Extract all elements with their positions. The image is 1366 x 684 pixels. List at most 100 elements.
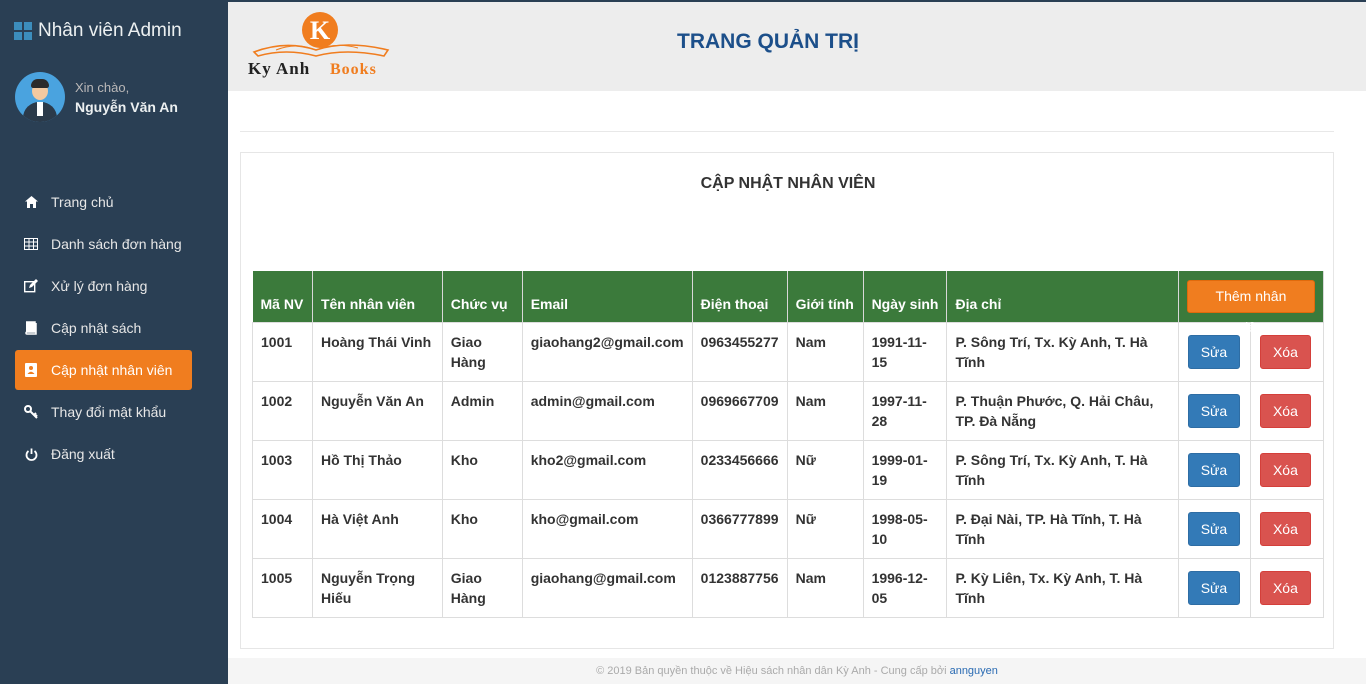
delete-cell: Xóa — [1249, 439, 1325, 500]
edit-button[interactable]: Sửa — [1187, 452, 1240, 487]
table-cell: 1002 — [252, 380, 313, 441]
table-row: 1002 Nguyễn Văn An Admin admin@gmail.com 096… — [252, 380, 1325, 441]
table-cell: Giao Hàng — [441, 557, 523, 618]
col-header: Email — [522, 271, 693, 322]
edit-cell: Sửa — [1177, 380, 1251, 441]
edit-button[interactable]: Sửa — [1187, 393, 1240, 428]
col-header: Chức vụ — [442, 271, 523, 322]
page-title: TRANG QUẢN TRỊ — [677, 30, 859, 53]
book-icon — [24, 321, 38, 335]
table-cell: Nguyễn Trọng Hiếu — [311, 557, 443, 618]
col-header: Tên nhân viên — [312, 271, 443, 322]
contact-book-icon — [24, 363, 38, 377]
sidebar-item-update-staff[interactable]: Cập nhật nhân viên — [15, 350, 192, 390]
edit-button[interactable]: Sửa — [1187, 570, 1240, 605]
table-cell: 0366777899 — [691, 498, 788, 559]
sidebar-item-label: Danh sách đơn hàng — [51, 236, 182, 252]
table-cell: 0969667709 — [691, 380, 788, 441]
sidebar: Nhân viên Admin Xin chào, Nguyễn Văn An … — [0, 0, 228, 684]
footer-text: © 2019 Bản quyền thuộc về Hiệu sách nhân… — [596, 665, 950, 677]
sidebar-item-logout[interactable]: Đăng xuất — [15, 434, 192, 474]
table-cell: Hoàng Thái Vinh — [311, 321, 443, 382]
col-header: Địa chỉ — [946, 271, 1179, 322]
table-cell: P. Đại Nài, TP. Hà Tĩnh, T. Hà Tĩnh — [946, 498, 1179, 559]
table-icon — [24, 237, 38, 251]
footer-link[interactable]: annguyen — [950, 665, 998, 677]
table-cell: admin@gmail.com — [521, 380, 693, 441]
table-cell: 0123887756 — [691, 557, 788, 618]
sidebar-item-label: Thay đổi mật khẩu — [51, 404, 167, 420]
table-cell: 1003 — [252, 439, 313, 500]
table-cell: 0233456666 — [691, 439, 788, 500]
col-header: Điện thoại — [692, 271, 788, 322]
sidebar-item-process-orders[interactable]: Xử lý đơn hàng — [15, 266, 192, 306]
sidebar-item-label: Đăng xuất — [51, 446, 115, 462]
edit-button[interactable]: Sửa — [1187, 334, 1240, 369]
delete-button[interactable]: Xóa — [1259, 452, 1311, 487]
table-cell: 1991-11-15 — [862, 321, 948, 382]
col-header-actions: Thêm nhân viên — [1178, 271, 1325, 335]
table-cell: Kho — [441, 439, 523, 500]
table-cell: 0963455277 — [691, 321, 788, 382]
table-cell: 1999-01-19 — [862, 439, 948, 500]
table-cell: kho2@gmail.com — [521, 439, 693, 500]
edit-button[interactable]: Sửa — [1187, 511, 1240, 546]
table-cell: giaohang@gmail.com — [521, 557, 693, 618]
footer: © 2019 Bản quyền thuộc về Hiệu sách nhân… — [228, 658, 1366, 684]
staff-panel: CẬP NHẬT NHÂN VIÊN Mã NV Tên nhân viên C… — [240, 152, 1334, 649]
panel-title: CẬP NHẬT NHÂN VIÊN — [700, 175, 876, 192]
username: Nguyễn Văn An — [75, 98, 178, 115]
table-cell: Hà Việt Anh — [311, 498, 443, 559]
logo-text-books: Books — [330, 61, 377, 78]
edit-icon — [24, 279, 38, 293]
divider — [240, 131, 1334, 132]
brand-title: Nhân viên Admin — [38, 20, 182, 41]
table-cell: kho@gmail.com — [521, 498, 693, 559]
table-cell: P. Kỳ Liên, Tx. Kỳ Anh, T. Hà Tĩnh — [946, 557, 1179, 618]
col-header: Ngày sinh — [863, 271, 948, 322]
delete-button[interactable]: Xóa — [1259, 511, 1311, 546]
grid-icon — [14, 22, 32, 40]
home-icon — [24, 195, 38, 209]
sidebar-menu: Trang chủ Danh sách đơn hàng Xử lý đơn h… — [15, 182, 192, 476]
col-header: Mã NV — [252, 271, 313, 322]
table-row: 1004 Hà Việt Anh Kho kho@gmail.com 036677789… — [252, 498, 1325, 559]
col-header: Giới tính — [787, 271, 864, 322]
sidebar-item-orders[interactable]: Danh sách đơn hàng — [15, 224, 192, 264]
power-icon — [24, 447, 38, 461]
sidebar-item-label: Trang chủ — [51, 194, 114, 210]
sidebar-item-change-password[interactable]: Thay đổi mật khẩu — [15, 392, 192, 432]
delete-button[interactable]: Xóa — [1259, 570, 1311, 605]
sidebar-item-label: Xử lý đơn hàng — [51, 278, 148, 294]
table-row: 1001 Hoàng Thái Vinh Giao Hàng giaohang2@gm… — [252, 321, 1325, 382]
table-cell: Kho — [441, 498, 523, 559]
delete-button[interactable]: Xóa — [1259, 393, 1311, 428]
table-cell: Nam — [786, 380, 864, 441]
table-cell: 1997-11-28 — [862, 380, 948, 441]
table-cell: 1996-12-05 — [862, 557, 948, 618]
table-cell: Admin — [441, 380, 523, 441]
edit-cell: Sửa — [1177, 439, 1251, 500]
table-cell: Nữ — [786, 439, 864, 500]
logo-text: Ky Anh — [248, 59, 310, 78]
brand[interactable]: Nhân viên Admin — [14, 20, 182, 42]
table-row: 1005 Nguyễn Trọng Hiếu Giao Hàng giaohang@g… — [252, 557, 1325, 618]
delete-cell: Xóa — [1249, 557, 1325, 618]
table-cell: 1998-05-10 — [862, 498, 948, 559]
table-cell: giaohang2@gmail.com — [521, 321, 693, 382]
avatar — [15, 72, 65, 122]
table-cell: Hồ Thị Thảo — [311, 439, 443, 500]
delete-button[interactable]: Xóa — [1259, 334, 1311, 369]
add-staff-button[interactable]: Thêm nhân viên — [1186, 279, 1315, 335]
sidebar-item-home[interactable]: Trang chủ — [15, 182, 192, 222]
greeting: Xin chào, — [75, 79, 130, 95]
sidebar-item-update-books[interactable]: Cập nhật sách — [15, 308, 192, 348]
key-icon — [24, 405, 38, 419]
table-cell: Nguyễn Văn An — [311, 380, 443, 441]
sidebar-item-label: Cập nhật sách — [51, 320, 142, 336]
header: K Ky Anh Books TRANG QUẢN TRỊ — [228, 0, 1366, 91]
staff-table: Mã NV Tên nhân viên Chức vụ Email Điện t… — [252, 271, 1325, 618]
delete-cell: Xóa — [1249, 498, 1325, 559]
sidebar-item-label: Cập nhật nhân viên — [51, 362, 173, 378]
edit-cell: Sửa — [1177, 498, 1251, 559]
